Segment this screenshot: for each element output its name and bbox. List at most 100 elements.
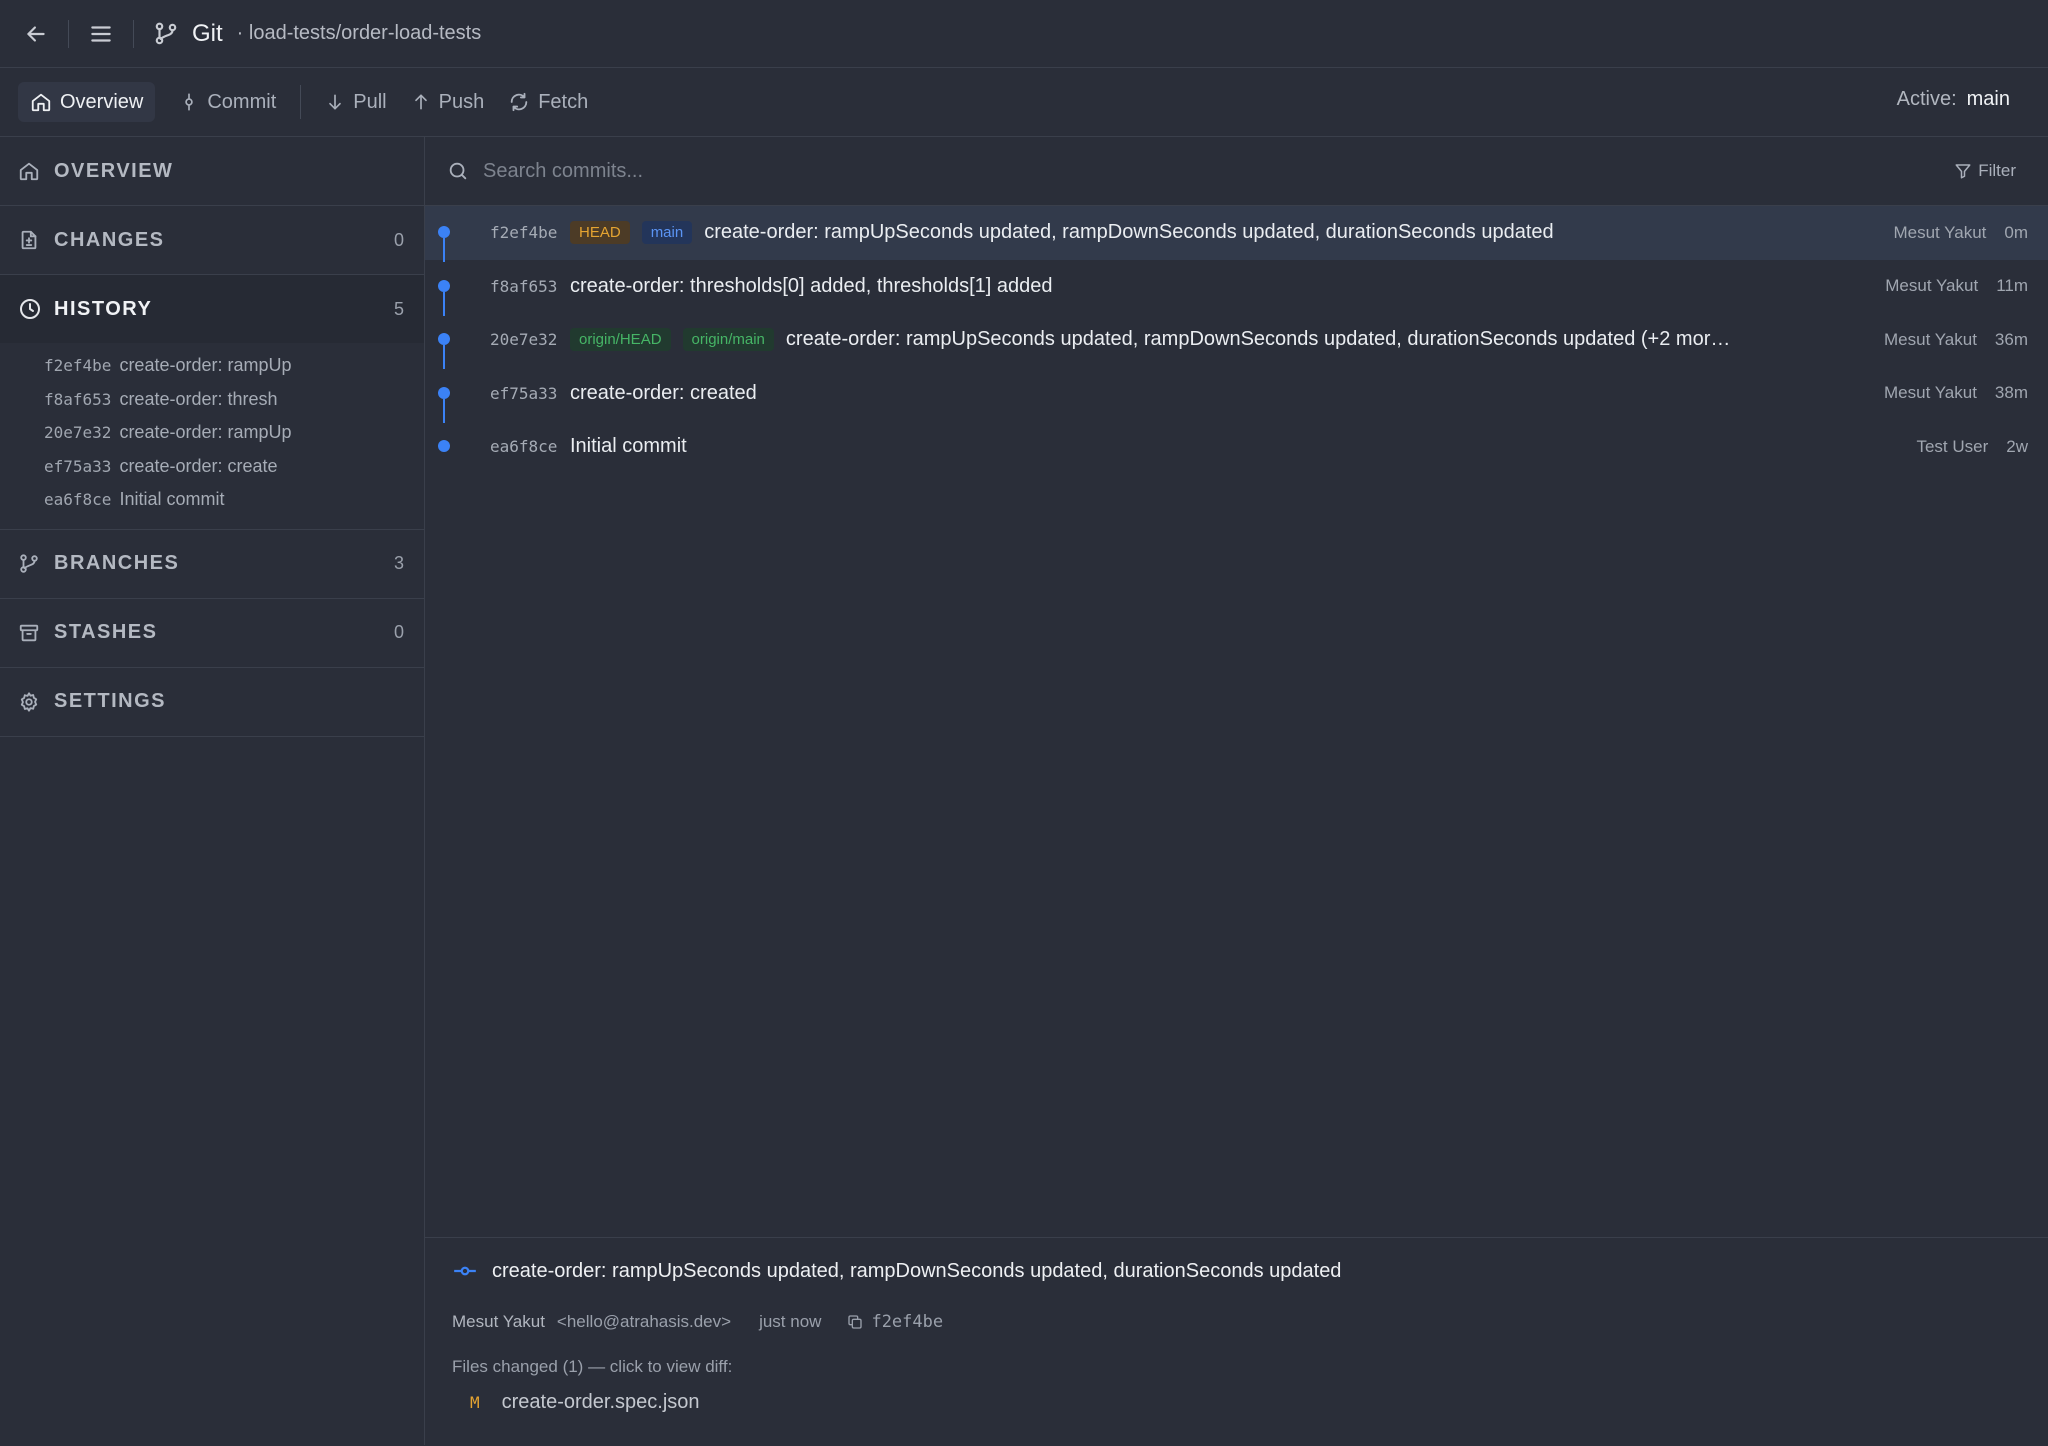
- files-changed-label: Files changed (1) — click to view diff:: [452, 1357, 733, 1376]
- sidebar-item-history[interactable]: HISTORY 5: [0, 275, 424, 343]
- commit-message: Initial commit: [570, 435, 687, 458]
- commit-node: [438, 386, 450, 399]
- remote-branch-badge: origin/main: [682, 328, 774, 352]
- sidebar: OVERVIEW CHANGES 0 HISTORY 5 f2ef4be crea…: [0, 137, 425, 1445]
- commit-hash: f2ef4be: [44, 356, 112, 376]
- divider: [133, 19, 134, 48]
- active-branch-indicator: Active: main: [1897, 88, 2010, 111]
- commit-message: create-order: rampUpSeconds updated, ram…: [785, 328, 1731, 351]
- commit-details-message: create-order: rampUpSeconds updated, ram…: [492, 1259, 1342, 1282]
- back-arrow-icon[interactable]: [16, 14, 56, 54]
- list-item[interactable]: 20e7e32 create-order: rampUp: [0, 416, 424, 450]
- sidebar-item-overview[interactable]: OVERVIEW: [0, 137, 424, 206]
- arrow-down-icon: [329, 94, 342, 110]
- commit-message: create-order: rampUp: [119, 355, 292, 376]
- sidebar-item-label: STASHES: [54, 621, 158, 643]
- history-list: f2ef4be create-order: rampUp f8af653 creat…: [0, 343, 424, 530]
- commit-message: create-order: create: [119, 455, 278, 476]
- head-badge: HEAD: [570, 221, 630, 245]
- sidebar-item-stashes[interactable]: STASHES 0: [0, 599, 424, 668]
- clock-icon: [18, 297, 44, 321]
- commit-graph: [435, 420, 455, 474]
- push-button[interactable]: Push: [399, 82, 497, 122]
- commit-message: create-order: created: [570, 381, 757, 404]
- list-item[interactable]: ef75a33 create-order: create: [0, 450, 424, 484]
- search-input[interactable]: [481, 158, 1955, 184]
- commit-graph: [435, 260, 455, 316]
- commit-author: Test User: [1916, 436, 1989, 456]
- author-email: <hello@atrahasis.dev>: [556, 1312, 732, 1331]
- title-bar: Git · load-tests/order-load-tests: [0, 0, 2048, 68]
- commit-time: 38m: [1994, 383, 2028, 403]
- menu-icon[interactable]: [81, 14, 121, 54]
- gear-icon: [18, 691, 44, 713]
- fetch-button[interactable]: Fetch: [496, 82, 600, 122]
- graph-line: [443, 398, 445, 423]
- copy-hash-button[interactable]: f2ef4be: [847, 1312, 943, 1332]
- list-item[interactable]: f8af653 create-order: thresh: [0, 383, 424, 417]
- sidebar-item-branches[interactable]: BRANCHES 3: [0, 530, 424, 599]
- author-name: Mesut Yakut: [452, 1312, 545, 1331]
- commit-icon: [185, 93, 194, 111]
- commit-author: Mesut Yakut: [1884, 383, 1977, 403]
- commit-message: create-order: rampUp: [119, 422, 292, 443]
- filter-label: Filter: [1978, 161, 2016, 180]
- table-row[interactable]: 20e7e32 origin/HEAD origin/main create-o…: [425, 313, 2048, 369]
- commit-time: 36m: [1994, 329, 2028, 349]
- sidebar-item-label: SETTINGS: [54, 690, 167, 712]
- file-diff-icon: [18, 229, 44, 251]
- commit-hash: f8af653: [44, 389, 112, 409]
- sidebar-item-settings[interactable]: SETTINGS: [0, 668, 424, 737]
- changed-file-item[interactable]: M create-order.spec.json: [470, 1391, 700, 1414]
- commit-button[interactable]: Commit: [167, 82, 288, 122]
- stashes-count: 0: [393, 622, 404, 642]
- commit-message: create-order: thresh: [119, 388, 278, 409]
- graph-line: [443, 291, 445, 316]
- commit-node: [438, 226, 450, 238]
- overview-button[interactable]: Overview: [18, 82, 156, 122]
- sidebar-item-label: BRANCHES: [54, 552, 180, 574]
- commit-graph: [435, 206, 455, 262]
- list-item[interactable]: f2ef4be create-order: rampUp: [0, 349, 424, 383]
- commit-graph: [435, 367, 455, 423]
- home-icon: [18, 160, 44, 182]
- changes-count: 0: [393, 229, 404, 250]
- divider: [68, 19, 69, 48]
- table-row[interactable]: ef75a33 create-order: created Mesut Yaku…: [425, 367, 2048, 423]
- git-branch-icon: [146, 14, 186, 54]
- commit-author: Mesut Yakut: [1893, 222, 1987, 242]
- commit-hash: 20e7e32: [490, 330, 558, 350]
- refresh-icon: [510, 92, 528, 112]
- fetch-label: Fetch: [538, 90, 589, 113]
- commit-icon: [454, 1266, 476, 1276]
- overview-label: Overview: [60, 90, 144, 113]
- search-icon: [447, 160, 469, 182]
- table-row[interactable]: ea6f8ce Initial commit Test User 2w: [425, 420, 2048, 474]
- table-row[interactable]: f8af653 create-order: thresholds[0] adde…: [425, 260, 2048, 316]
- commit-node: [438, 279, 450, 292]
- arrow-up-icon: [414, 94, 427, 110]
- pull-button[interactable]: Pull: [313, 82, 398, 122]
- toolbar: Overview Commit Pull Push Fetch Active: m…: [0, 68, 2048, 137]
- archive-icon: [18, 622, 44, 644]
- commit-message: create-order: thresholds[0] added, thres…: [570, 274, 1053, 297]
- list-item[interactable]: ea6f8ce Initial commit: [0, 483, 424, 517]
- table-row[interactable]: f2ef4be HEAD main create-order: rampUpSe…: [425, 206, 2048, 262]
- commit-hash: 20e7e32: [44, 423, 112, 443]
- sidebar-item-changes[interactable]: CHANGES 0: [0, 206, 424, 275]
- sidebar-item-label: OVERVIEW: [54, 159, 174, 182]
- branches-count: 3: [393, 553, 404, 573]
- git-branch-icon: [18, 553, 44, 575]
- commit-time: 11m: [1996, 276, 2028, 296]
- commit-author: Mesut Yakut: [1884, 329, 1977, 349]
- sidebar-item-label: CHANGES: [54, 228, 165, 251]
- filter-button[interactable]: Filter: [1954, 161, 2016, 181]
- repo-path: · load-tests/order-load-tests: [236, 22, 482, 44]
- active-branch-name: main: [1966, 88, 2010, 110]
- commit-hash: f2ef4be: [871, 1312, 944, 1332]
- remote-head-badge: origin/HEAD: [570, 328, 671, 352]
- commit-hash: f2ef4be: [490, 223, 558, 243]
- commit-details-panel: create-order: rampUpSeconds updated, ram…: [425, 1237, 2048, 1446]
- branch-badge: main: [641, 221, 693, 245]
- commit-list: f2ef4be HEAD main create-order: rampUpSe…: [425, 206, 2048, 474]
